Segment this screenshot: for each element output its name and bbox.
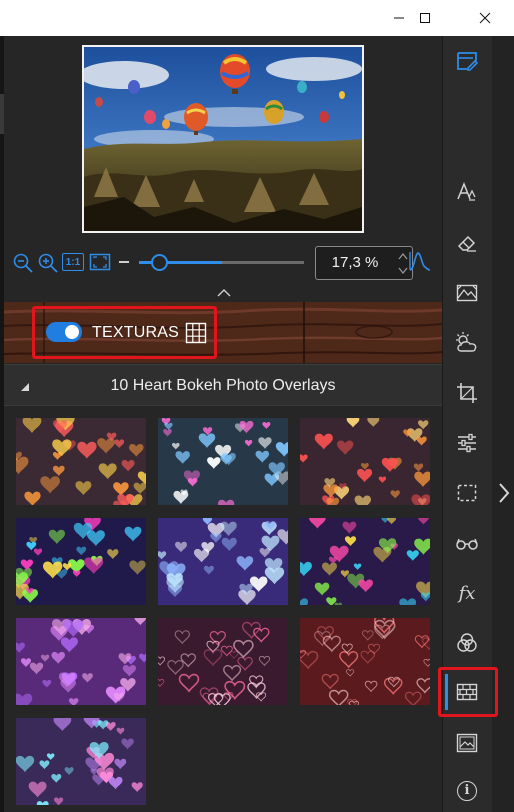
eraser-icon [457, 235, 476, 252]
text-icon [457, 181, 476, 201]
texture-icon [456, 683, 478, 701]
fit-screen-icon [89, 253, 111, 271]
overlay-thumbnail-8[interactable] [158, 618, 288, 705]
bokeh-hearts-image [16, 718, 146, 805]
sidebar-item-selection[interactable] [452, 478, 482, 508]
overlay-thumbnail-5[interactable] [158, 518, 288, 605]
histogram-icon [409, 252, 431, 271]
grid-view-button[interactable] [185, 322, 207, 344]
zoom-in-button[interactable] [37, 252, 59, 274]
grid-view-icon [185, 322, 207, 344]
overlay-thumbnail-7[interactable] [16, 618, 146, 705]
chevron-up-icon [217, 289, 231, 297]
sidebar-item-image[interactable] [452, 728, 482, 758]
crop-icon [457, 383, 477, 403]
maximize-icon [420, 13, 430, 23]
sidebar-item-eraser[interactable] [452, 228, 482, 258]
chevron-down-icon [398, 267, 408, 274]
sidebar-item-color-mix[interactable] [452, 628, 482, 658]
overlay-thumbnail-1[interactable] [16, 418, 146, 505]
chevron-up-icon [398, 253, 408, 260]
sidebar-item-text[interactable] [452, 178, 482, 208]
info-icon: i [457, 781, 477, 801]
sidebar-item-fx[interactable]: fx [452, 578, 482, 608]
one-to-one-label: 1:1 [65, 256, 81, 268]
sidebar-item-info[interactable]: i [452, 776, 482, 806]
bokeh-hearts-image [158, 518, 288, 605]
fit-screen-button[interactable] [89, 252, 111, 272]
sidebar-item-adjustments[interactable] [452, 428, 482, 458]
bokeh-hearts-image [158, 418, 288, 505]
bokeh-hearts-image [16, 518, 146, 605]
zoom-one-to-one-button[interactable]: 1:1 [62, 253, 84, 271]
overlay-thumbnail-10[interactable] [16, 718, 146, 805]
collapse-preview-button[interactable] [214, 286, 234, 298]
weather-icon [456, 332, 477, 352]
close-icon [479, 12, 491, 24]
overlay-group-title: 10 Heart Bokeh Photo Overlays [110, 377, 336, 394]
zoom-value-field[interactable]: 17,3 % [315, 246, 413, 280]
zoom-slider-knob[interactable] [151, 254, 168, 271]
zoom-toolbar: 1:1 17,3 % [12, 244, 438, 282]
sidebar-item-glasses[interactable] [452, 528, 482, 558]
edit-icon [457, 52, 479, 71]
sidebar-item-edit[interactable] [452, 46, 482, 76]
overlay-thumbnail-6[interactable] [300, 518, 430, 605]
overlay-thumbnail-4[interactable] [16, 518, 146, 605]
overlay-thumbnail-9[interactable] [300, 618, 430, 705]
textures-toggle[interactable] [46, 322, 82, 342]
balloons-photo [84, 47, 362, 231]
image-preview[interactable] [82, 45, 364, 233]
overlay-group-header[interactable]: 10 Heart Bokeh Photo Overlays [4, 364, 442, 406]
textures-label: TEXTURAS [92, 324, 179, 341]
fx-icon: fx [458, 582, 476, 604]
histogram-button[interactable] [408, 250, 432, 272]
close-button[interactable] [462, 0, 508, 36]
bokeh-hearts-image [300, 518, 430, 605]
maximize-button[interactable] [402, 0, 448, 36]
overlay-thumbnail-3[interactable] [300, 418, 430, 505]
landscape-icon [456, 284, 478, 302]
bokeh-hearts-image [300, 618, 430, 705]
sidebar-item-crop[interactable] [452, 378, 482, 408]
zoom-minus-tick [119, 261, 129, 263]
zoom-slider[interactable] [139, 254, 304, 271]
bokeh-hearts-image [300, 418, 430, 505]
zoom-value: 17,3 % [331, 254, 379, 271]
color-mix-icon [457, 633, 477, 652]
bokeh-hearts-image [16, 618, 146, 705]
glasses-icon [456, 538, 478, 550]
zoom-out-button[interactable] [12, 252, 34, 274]
overlay-thumbnail-2[interactable] [158, 418, 288, 505]
adjustments-icon [458, 433, 476, 453]
sidebar-item-weather[interactable] [452, 328, 482, 358]
expand-chevron-icon[interactable] [494, 478, 514, 508]
title-bar [0, 0, 514, 36]
bokeh-hearts-image [16, 418, 146, 505]
bokeh-hearts-image [158, 618, 288, 705]
selection-icon [457, 484, 477, 502]
zoom-in-icon [38, 253, 58, 273]
image-icon [456, 733, 478, 753]
sidebar-item-landscape[interactable] [452, 278, 482, 308]
sidebar-item-texture[interactable] [452, 677, 482, 707]
zoom-out-icon [13, 253, 33, 273]
